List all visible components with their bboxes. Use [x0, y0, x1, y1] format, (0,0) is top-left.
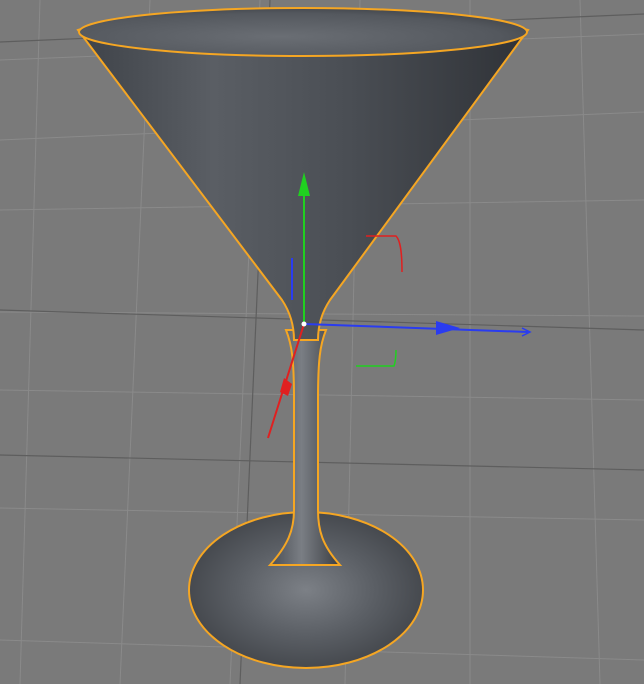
gizmo-z-arrow-icon[interactable] [436, 321, 460, 335]
glass-rim [78, 7, 528, 57]
3d-viewport[interactable] [0, 0, 644, 684]
gizmo-origin-icon[interactable] [301, 321, 307, 327]
gizmo-xz-plane-handle[interactable] [356, 349, 397, 367]
martini-glass-object[interactable] [76, 7, 530, 669]
viewport-canvas[interactable] [0, 0, 644, 684]
